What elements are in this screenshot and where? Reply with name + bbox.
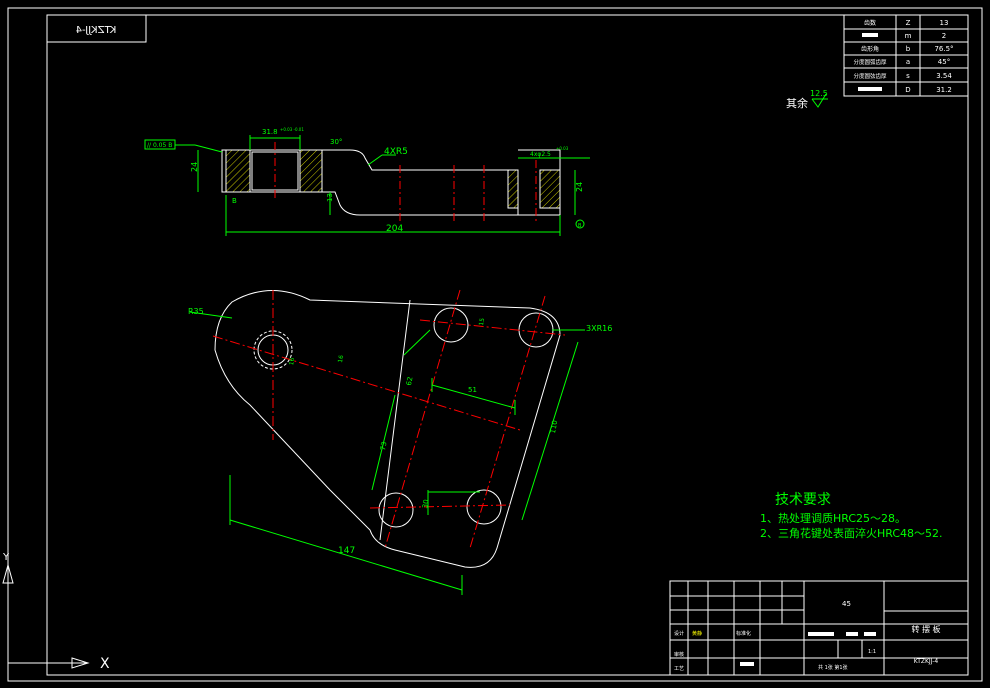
tolerance-frame: // 0.05 B xyxy=(144,139,223,153)
title-label-std: 标准化 xyxy=(736,630,751,637)
svg-text:X: X xyxy=(100,656,110,672)
param-symbol-1: m xyxy=(905,32,912,40)
top-datum-right: B xyxy=(578,223,582,229)
front-dim-16: 16 xyxy=(288,357,296,366)
top-dim-total: 204 xyxy=(386,224,403,234)
top-dim-width: 31.8 xyxy=(262,128,278,136)
gear-params-table: 齿数 Z 13 m 2 齿形角 b 76.5° 分度圆弧齿厚 a 45° 分度圆… xyxy=(843,14,969,97)
param-name-0: 齿数 xyxy=(864,19,876,27)
title-part-name: 转 摆 板 xyxy=(911,624,940,634)
param-name-1-block xyxy=(862,33,878,37)
param-symbol-2: b xyxy=(906,45,911,53)
param-name-2: 齿形角 xyxy=(861,45,879,53)
param-value-0: 13 xyxy=(940,19,949,27)
front-dim-62: 62 xyxy=(405,376,414,386)
front-dim-3xr16: 3XR16 xyxy=(586,324,612,333)
param-value-5: 31.2 xyxy=(936,86,952,94)
param-value-4: 3.54 xyxy=(936,72,952,80)
top-view: 31.8 +0.03 -0.01 30° 4XR5 // 0.05 B 24 B… xyxy=(144,127,590,236)
tech-req-title: 技术要求 xyxy=(775,492,831,508)
title-sheet-info: 共 1张 第1张 xyxy=(818,664,848,671)
front-dim-r35: R35 xyxy=(188,307,204,316)
technical-requirements: 技术要求 1、热处理调质HRC25～28。 2、三角花键处表面淬火HRC48～5… xyxy=(760,492,943,540)
param-value-3: 45° xyxy=(938,58,950,66)
top-dim-groove-tol: +0.03 xyxy=(556,146,569,151)
top-dim-groove: 4xφ2.5 xyxy=(530,151,551,158)
param-name-4: 分度圆弦齿厚 xyxy=(853,72,887,80)
title-block: 45 转 摆 板 KTZKJJ-4 1:1 共 1张 第1张 设计 黄静 标准化… xyxy=(669,580,969,676)
front-dim-147: 147 xyxy=(338,546,355,556)
top-dim-bottom-left: B xyxy=(232,197,237,205)
surface-finish-value: 12.5 xyxy=(810,89,828,98)
mirrored-code-text: KTZKJJ-4 xyxy=(76,25,117,36)
title-scale: 1:1 xyxy=(868,649,876,655)
param-value-1: 2 xyxy=(942,32,946,40)
top-dim-height-left: 24 xyxy=(190,162,199,172)
top-dim-height-right: 24 xyxy=(575,182,584,192)
top-dim-30deg: 30° xyxy=(330,138,342,146)
front-dim-16b: 16 xyxy=(337,354,345,363)
front-dim-15: 15 xyxy=(478,317,486,326)
front-view: R35 3XR16 16 16 62 51 73 110 30 15 147 xyxy=(188,289,612,595)
title-designer: 黄静 xyxy=(692,630,702,637)
front-dim-51: 51 xyxy=(468,386,477,394)
front-dim-73: 73 xyxy=(379,441,388,451)
outer-border xyxy=(7,7,983,682)
param-symbol-3: a xyxy=(906,58,910,66)
tech-req-line2: 2、三角花键处表面淬火HRC48～52. xyxy=(760,526,943,540)
svg-text:Y: Y xyxy=(2,552,10,563)
top-dim-13: 13 xyxy=(326,193,334,202)
ucs-icon: X Y xyxy=(2,552,110,672)
top-dim-4xr5: 4XR5 xyxy=(384,147,408,157)
mirrored-code-box: KTZKJJ-4 xyxy=(46,14,147,43)
param-symbol-0: Z xyxy=(906,19,911,27)
param-value-2: 76.5° xyxy=(934,45,953,53)
title-drawing-no: KTZKJJ-4 xyxy=(914,658,939,665)
front-dim-30: 30 xyxy=(421,499,430,509)
title-label-design: 设计 xyxy=(674,630,684,637)
title-material: 45 xyxy=(842,600,851,608)
param-symbol-5: D xyxy=(905,86,910,94)
tech-req-line1: 1、热处理调质HRC25～28。 xyxy=(760,512,906,525)
param-name-3: 分度圆弧齿厚 xyxy=(853,58,887,66)
cad-drawing-canvas[interactable]: KTZKJJ-4 齿数 Z 13 m 2 齿形角 b 76.5° 分度圆弧齿厚 … xyxy=(0,0,990,688)
inner-border xyxy=(46,14,969,676)
param-symbol-4: s xyxy=(906,72,910,80)
param-name-5-block xyxy=(858,87,882,91)
tolerance-frame-text: // 0.05 B xyxy=(147,142,172,149)
top-dim-width-tol: +0.03 -0.01 xyxy=(280,127,304,132)
front-dim-110: 110 xyxy=(549,420,559,435)
title-label-process: 工艺 xyxy=(674,666,684,672)
title-label-review: 审核 xyxy=(674,651,684,658)
surface-finish-label: 其余 xyxy=(786,96,808,110)
surface-finish-symbol: 其余 12.5 xyxy=(786,89,828,110)
